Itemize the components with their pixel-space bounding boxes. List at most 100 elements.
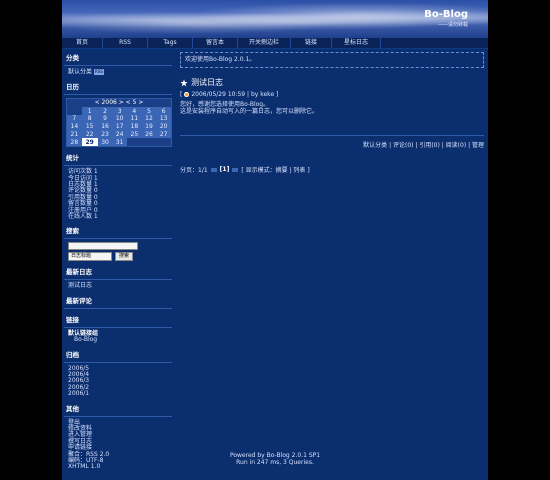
calendar-day[interactable]: 21 xyxy=(67,130,82,139)
nav-home[interactable]: 首页 xyxy=(62,38,103,48)
calendar-block: 日历 < 2006 > < 5 > 1 2 3 4 5 6 7 8 9 10 11 12 13 14 15 1… xyxy=(64,81,172,148)
archive-list: 2006/5 2006/4 2006/3 2006/2 2006/1 xyxy=(64,365,172,398)
calendar-day[interactable]: 18 xyxy=(127,122,142,131)
search-title: 搜索 xyxy=(66,227,79,236)
recent-comments-title: 最新评论 xyxy=(66,296,92,305)
stats-item: 在线人数 1 xyxy=(68,212,98,220)
calendar-grid: 1 2 3 4 5 6 7 8 9 10 11 12 13 14 15 16 17 18 19 20 21 22 23 24 2… xyxy=(67,107,171,147)
calendar-title: 日历 xyxy=(66,83,79,92)
calendar-week: 7 8 9 10 11 12 13 xyxy=(67,114,171,123)
calendar-day[interactable]: 16 xyxy=(97,122,113,131)
current-page: [1] xyxy=(219,166,230,173)
calendar-week: 14 15 16 17 18 19 20 xyxy=(67,122,171,131)
nav-guestbook[interactable]: 留言本 xyxy=(193,38,238,48)
calendar-day[interactable]: 12 xyxy=(141,114,157,123)
calendar-day[interactable]: 14 xyxy=(67,122,82,131)
category-item[interactable]: 默认分类 RSS xyxy=(68,69,172,76)
divider xyxy=(64,307,172,309)
calendar-week: 21 22 23 24 25 26 27 xyxy=(67,130,171,139)
calendar-day[interactable]: 7 xyxy=(67,114,82,123)
divider xyxy=(64,326,172,328)
nav-starred[interactable]: 星标日志 xyxy=(332,38,381,48)
calendar-day[interactable]: 17 xyxy=(112,122,127,131)
recent-posts-block: 最新日志 测试日志 xyxy=(64,266,172,289)
main-content: 欢迎使用Bo-Blog 2.0.1。 测试日志 [ 2006/05/29 10:… xyxy=(180,52,484,174)
calendar-day[interactable]: 31 xyxy=(112,138,127,147)
calendar-day[interactable]: 23 xyxy=(97,130,113,139)
calendar-day[interactable]: 8 xyxy=(81,114,98,123)
search-type-select[interactable]: 日志标题 xyxy=(68,252,112,262)
footer-runtime: Run in 247 ms, 3 Queries. xyxy=(236,459,314,466)
post-body-line: 您好，感谢您选择使用Bo-Blog。 xyxy=(180,101,270,108)
calendar-day[interactable]: 20 xyxy=(156,122,171,131)
calendar-day[interactable]: 29 xyxy=(81,138,98,147)
calendar-week: 28 29 30 31 xyxy=(67,138,171,147)
calendar-day[interactable]: 6 xyxy=(156,107,171,115)
calendar-day[interactable]: 4 xyxy=(127,107,142,115)
category-title: 分类 xyxy=(66,54,79,62)
category-label[interactable]: 默认分类 xyxy=(68,69,92,76)
search-button[interactable]: 搜索 xyxy=(115,252,134,262)
post-body: 您好，感谢您选择使用Bo-Blog。 这是安装程序自动写入的一篇日志，您可以删除… xyxy=(180,101,484,115)
nav-rss[interactable]: RSS xyxy=(103,38,148,48)
calendar-day[interactable]: 19 xyxy=(141,122,157,131)
calendar: < 2006 > < 5 > 1 2 3 4 5 6 7 8 9 10 11 12 13 14 15 16 17… xyxy=(66,98,172,148)
calendar-day[interactable]: 24 xyxy=(112,130,127,139)
calendar-day[interactable]: 28 xyxy=(67,138,82,147)
meta-bracket: [ xyxy=(180,91,183,98)
calendar-day[interactable]: 3 xyxy=(112,107,127,115)
rss-badge[interactable]: RSS xyxy=(94,69,104,76)
next-page-icon[interactable] xyxy=(232,167,239,172)
recent-post-item[interactable]: 测试日志 xyxy=(68,282,172,289)
welcome-box: 欢迎使用Bo-Blog 2.0.1。 xyxy=(180,52,484,68)
calendar-day[interactable]: 9 xyxy=(97,114,113,123)
nav-tags[interactable]: Tags xyxy=(148,38,193,48)
calendar-day xyxy=(127,138,142,146)
prev-page-icon[interactable] xyxy=(210,167,217,172)
recent-posts-title: 最新日志 xyxy=(66,268,92,277)
calendar-day[interactable]: 13 xyxy=(156,114,171,123)
calendar-day[interactable]: 30 xyxy=(97,138,113,147)
divider xyxy=(64,238,172,240)
divider xyxy=(64,415,172,417)
links-block: 链接 默认链接组 Bo-Blog xyxy=(64,314,172,344)
calendar-day[interactable]: 10 xyxy=(112,114,127,123)
display-mode[interactable]: [ 显示模式：摘要 | 列表 ] xyxy=(241,165,309,174)
archive-item[interactable]: 2006/1 xyxy=(68,390,172,397)
calendar-day xyxy=(67,107,82,115)
divider xyxy=(64,165,172,167)
search-input[interactable] xyxy=(68,242,138,251)
calendar-day[interactable]: 2 xyxy=(97,107,113,115)
pager-prefix: 分页：1/1 xyxy=(180,167,208,174)
nav-toggle-sidebar[interactable]: 开关侧边栏 xyxy=(238,38,291,48)
calendar-day[interactable]: 1 xyxy=(81,107,98,115)
footer: Powered by Bo-Blog 2.0.1 SP1 Run in 247 … xyxy=(62,452,488,466)
calendar-day[interactable]: 27 xyxy=(156,130,171,139)
link-item[interactable]: Bo-Blog xyxy=(74,336,172,343)
calendar-day[interactable]: 25 xyxy=(127,130,142,139)
calendar-nav[interactable]: < 2006 > < 5 > xyxy=(67,99,171,107)
category-block: 分类 默认分类 RSS xyxy=(64,52,172,76)
weather-icon xyxy=(184,92,190,97)
post-actions[interactable]: 默认分类 | 评论(0) | 引用(0) | 阅读(0) | 管理 xyxy=(180,140,484,149)
calendar-day[interactable]: 5 xyxy=(141,107,157,115)
archive-block: 归档 2006/5 2006/4 2006/3 2006/2 2006/1 xyxy=(64,349,172,398)
calendar-day[interactable]: 11 xyxy=(127,114,142,123)
divider xyxy=(64,361,172,363)
stats-block: 统计 访问次数 1 今日访问 1 日志数量 1 评论数量 0 引用数量 0 留言数量 0注… xyxy=(64,152,172,220)
nav-links[interactable]: 链接 xyxy=(291,38,332,48)
calendar-day[interactable]: 15 xyxy=(81,122,98,131)
footer-powered[interactable]: Powered by Bo-Blog 2.0.1 SP1 xyxy=(62,452,488,459)
divider xyxy=(64,65,172,66)
misc-title: 其他 xyxy=(66,404,79,413)
site-title[interactable]: Bo-Blog xyxy=(424,9,468,20)
calendar-day[interactable]: 26 xyxy=(141,130,157,139)
page: Bo-Blog ——请勿转载 首页 RSS Tags 留言本 开关侧边栏 链接 … xyxy=(62,0,488,480)
calendar-day[interactable]: 22 xyxy=(81,130,98,139)
star-icon xyxy=(180,78,188,86)
pager: 分页：1/1 [1] [ 显示模式：摘要 | 列表 ] xyxy=(180,165,484,174)
calendar-day xyxy=(142,138,157,146)
search-controls: 日志标题 搜索 xyxy=(68,252,172,262)
post-title-link[interactable]: 测试日志 xyxy=(191,77,223,88)
sidebar: 分类 默认分类 RSS 日历 < 2006 > < 5 > 1 2 3 4 5 6 7 8 9 10… xyxy=(64,52,172,476)
